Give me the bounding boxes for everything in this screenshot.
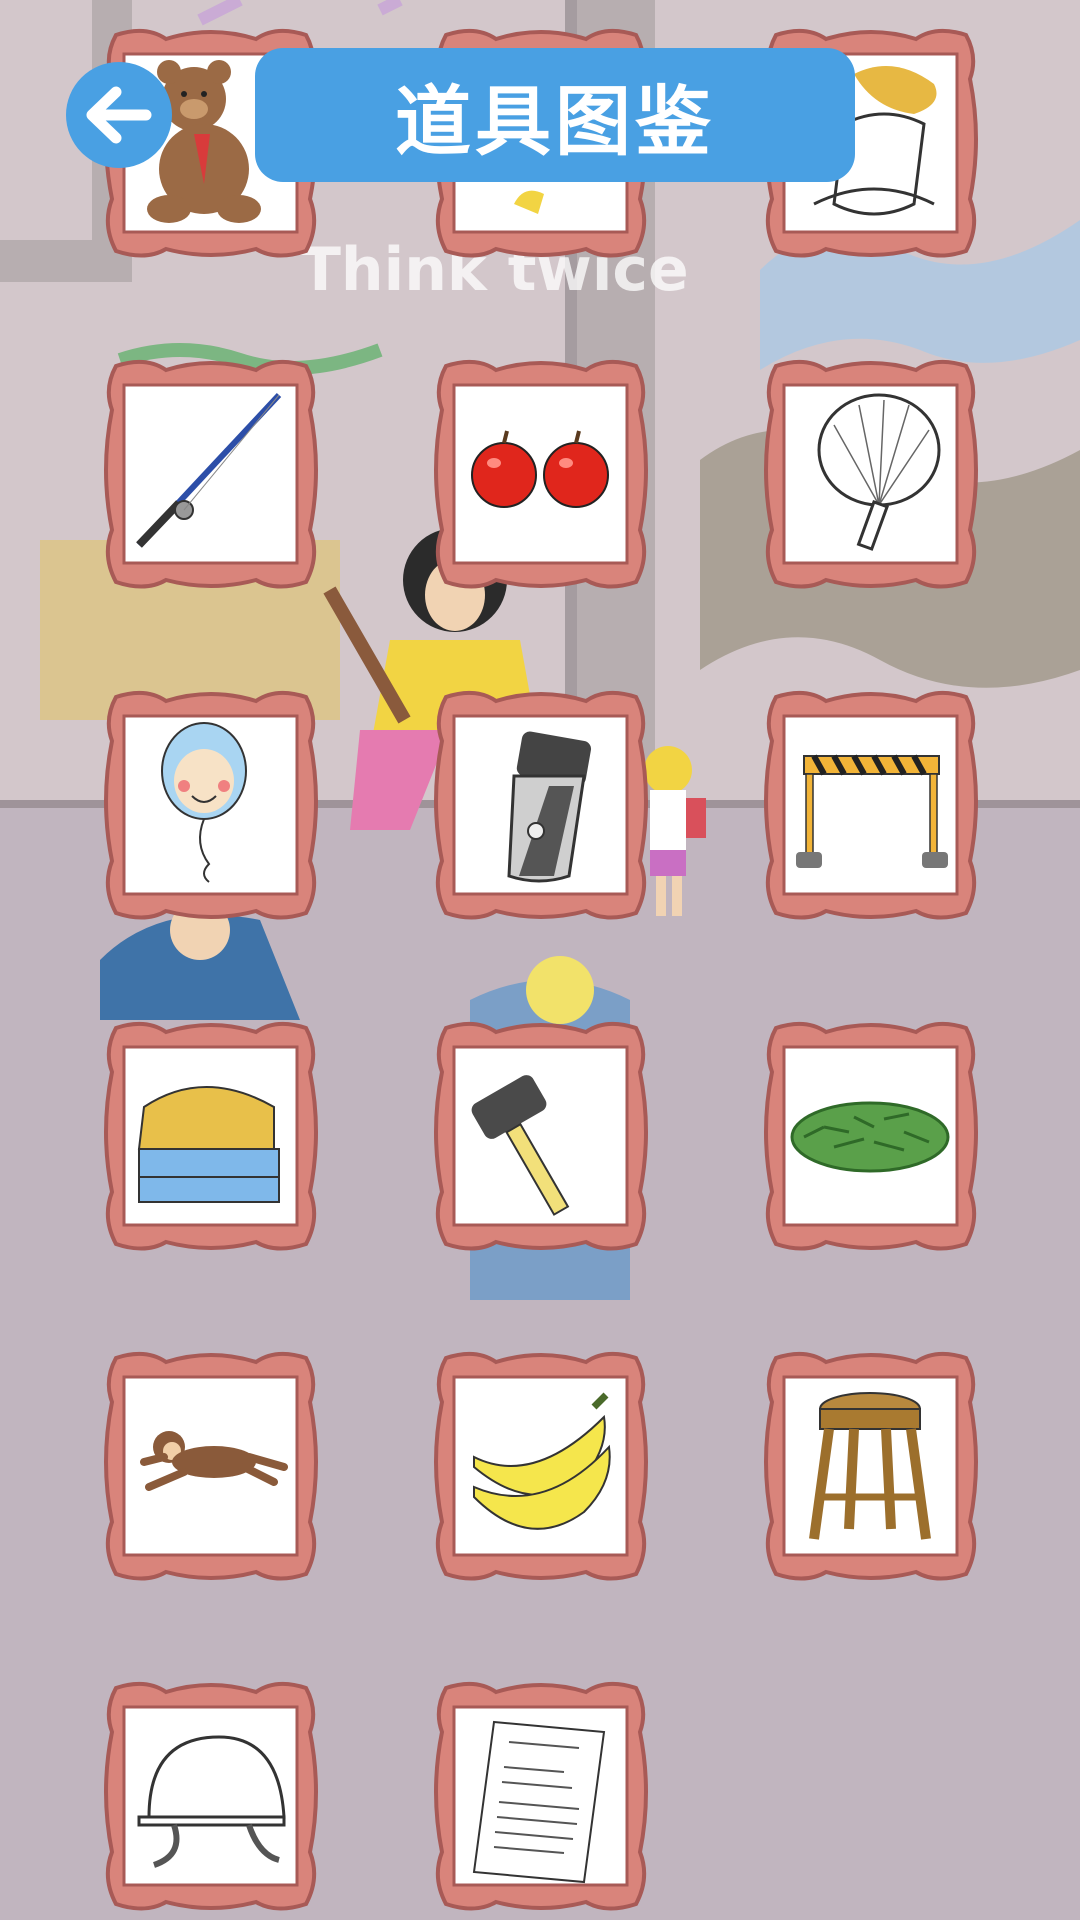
item-face-balloon[interactable] (98, 689, 323, 921)
bananas-icon (473, 1392, 611, 1530)
item-road-barrier[interactable] (758, 689, 983, 921)
item-helmet[interactable] (98, 1680, 323, 1912)
fishing-rod-icon (136, 392, 282, 548)
helmet-icon (137, 1735, 286, 1868)
hammer-icon (471, 1075, 570, 1216)
item-grass-pile[interactable] (758, 1020, 983, 1252)
hand-fan-icon (817, 393, 941, 551)
item-folded-towels[interactable] (98, 1020, 323, 1252)
item-document[interactable] (428, 1680, 653, 1912)
face-balloon-icon (161, 722, 247, 883)
apples-icon (471, 430, 609, 508)
item-electric-shaver[interactable] (428, 689, 653, 921)
folded-towels-icon (137, 1086, 280, 1203)
item-hammer[interactable] (428, 1020, 653, 1252)
wooden-stool-icon (809, 1392, 931, 1540)
monkey-icon (140, 1431, 288, 1491)
arrow-left-icon (86, 86, 152, 144)
road-barrier-icon (796, 754, 948, 868)
grass-pile-icon (790, 1101, 950, 1173)
item-monkey[interactable] (98, 1350, 323, 1582)
item-fishing-rod[interactable] (98, 358, 323, 590)
document-icon (472, 1720, 606, 1884)
title-bar: 道具图鉴 (255, 48, 855, 182)
electric-shaver-icon (507, 731, 592, 883)
item-wooden-stool[interactable] (758, 1350, 983, 1582)
back-button[interactable] (66, 62, 172, 168)
item-hand-fan[interactable] (758, 358, 983, 590)
item-apples[interactable] (428, 358, 653, 590)
item-bananas[interactable] (428, 1350, 653, 1582)
page-title: 道具图鉴 (395, 77, 715, 166)
background-scene: Think twice (0, 0, 1080, 1920)
